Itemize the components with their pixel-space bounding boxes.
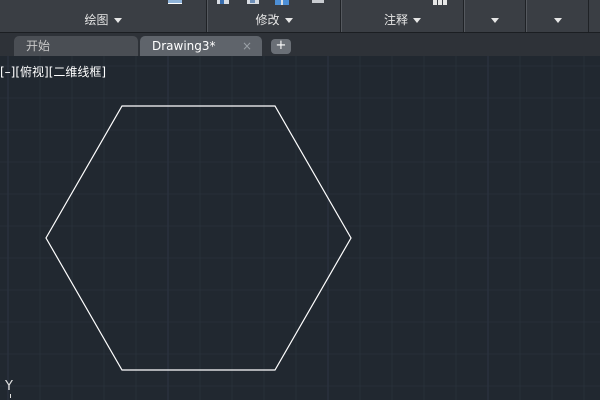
tab-label: Drawing3* bbox=[152, 39, 216, 53]
chevron-down-icon bbox=[553, 18, 562, 23]
new-tab-button[interactable]: + bbox=[271, 39, 291, 54]
chevron-down-icon bbox=[284, 18, 293, 23]
chevron-down-icon bbox=[491, 18, 499, 23]
panel-label: 修改 bbox=[255, 13, 280, 27]
chevron-down-icon bbox=[413, 18, 421, 23]
tab-drawing3[interactable]: Drawing3* × bbox=[140, 36, 262, 57]
hexagon-shape[interactable] bbox=[45, 105, 352, 371]
ribbon-panel-annotate[interactable]: 注释 bbox=[341, 0, 464, 32]
viewport-controls-label[interactable]: [–][俯视][二维线框] bbox=[0, 65, 106, 79]
ribbon-panel-draw-title[interactable]: 绘图 bbox=[0, 12, 206, 28]
grid bbox=[0, 56, 600, 400]
panel-label: 注释 bbox=[383, 13, 408, 27]
ribbon: 绘图 修改 注释 bbox=[0, 0, 600, 32]
drawing-viewport[interactable]: [–][俯视][二维线框] Y bbox=[0, 56, 600, 400]
ribbon-panel-modify-title[interactable]: 修改 bbox=[208, 12, 340, 28]
document-tab-bar: 开始 Drawing3* × + bbox=[0, 32, 600, 57]
ribbon-panel-5-title[interactable] bbox=[527, 12, 588, 28]
tab-start[interactable]: 开始 bbox=[14, 36, 138, 57]
ribbon-panel-4[interactable] bbox=[464, 0, 526, 32]
drawing-canvas[interactable] bbox=[0, 56, 600, 400]
panel-label: 绘图 bbox=[84, 13, 109, 27]
ribbon-panel-5[interactable] bbox=[526, 0, 589, 32]
close-icon[interactable]: × bbox=[242, 36, 252, 57]
modify-tools-icon[interactable] bbox=[214, 0, 324, 6]
ribbon-panel-4-title[interactable] bbox=[465, 12, 525, 28]
ucs-icon bbox=[10, 394, 11, 398]
ucs-y-axis-label: Y bbox=[5, 379, 13, 394]
dimension-tool-icon[interactable] bbox=[166, 0, 184, 6]
ribbon-panel-draw[interactable]: 绘图 bbox=[0, 0, 207, 32]
chevron-down-icon bbox=[113, 18, 122, 23]
tab-label: 开始 bbox=[26, 39, 51, 53]
ribbon-panel-annotate-title[interactable]: 注释 bbox=[342, 12, 463, 28]
ribbon-panel-modify[interactable]: 修改 bbox=[207, 0, 341, 32]
table-tool-icon[interactable] bbox=[431, 0, 451, 6]
